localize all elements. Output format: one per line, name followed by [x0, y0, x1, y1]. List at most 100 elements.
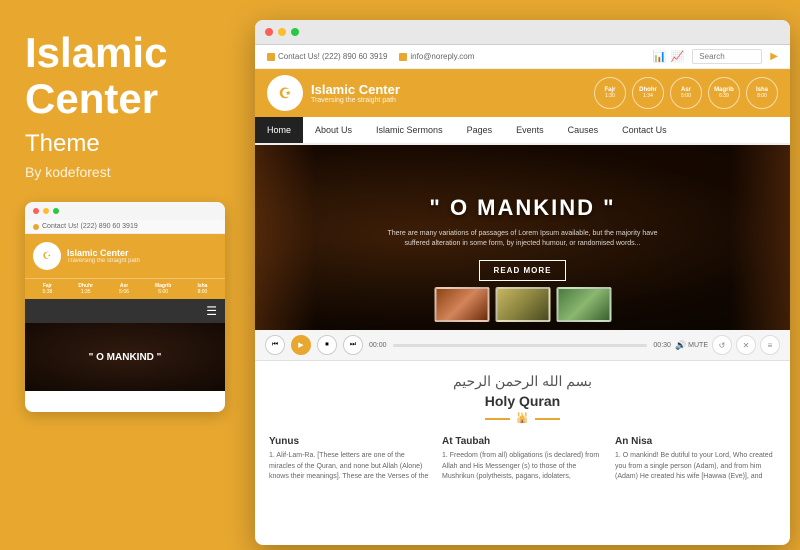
prayer-fajr: Fajr 1:30	[594, 77, 626, 109]
nav-about[interactable]: About Us	[303, 117, 364, 143]
site-logo-area: ☪ Islamic Center Traversing the straight…	[267, 75, 400, 111]
player-icon-btn-3[interactable]: ≡	[760, 335, 780, 355]
hero-content: O MANKIND There are many variations of p…	[383, 195, 663, 281]
nav-causes[interactable]: Causes	[556, 117, 611, 143]
nav-events[interactable]: Events	[504, 117, 556, 143]
mobile-nav-bar: ☰	[25, 299, 225, 323]
player-prev-button[interactable]: ⏮	[265, 335, 285, 355]
col-text-nisa: 1. O mankind! Be dutiful to your Lord, W…	[615, 451, 776, 483]
social-icon-2[interactable]: 📈	[671, 50, 685, 63]
nav-contact[interactable]: Contact Us	[610, 117, 679, 143]
hamburger-icon[interactable]: ☰	[206, 304, 217, 318]
hero-thumb-3[interactable]	[556, 287, 611, 322]
mobile-dot-green	[53, 208, 59, 214]
nav-pages[interactable]: Pages	[455, 117, 505, 143]
nav-home[interactable]: Home	[255, 117, 303, 143]
left-panel: IslamicCenter Theme By kodeforest Contac…	[0, 0, 248, 550]
mobile-header-sub: Traversing the straight path	[67, 258, 140, 264]
hero-section: O MANKIND There are many variations of p…	[255, 145, 790, 330]
mobile-prayer-isha: Isha 8:00	[197, 283, 207, 295]
player-stop-button[interactable]: ⏹	[317, 335, 337, 355]
email-icon	[399, 53, 407, 61]
player-time-start: 00:00	[369, 342, 387, 349]
browser-chrome	[255, 20, 790, 45]
search-input[interactable]	[692, 49, 762, 64]
top-bar-right: 📊 📈 ▶	[653, 49, 778, 64]
content-col-nisa: An Nisa 1. O mankind! Be dutiful to your…	[615, 436, 776, 483]
quran-icon: 🕌	[516, 413, 528, 424]
hero-thumbnails	[434, 287, 611, 322]
mobile-top-bar	[25, 202, 225, 220]
mobile-header: ☪ Islamic Center Traversing the straight…	[25, 234, 225, 278]
left-subtitle: Theme	[25, 130, 223, 158]
social-icon-1[interactable]: 📊	[653, 50, 667, 63]
mobile-hero: " O MANKIND "	[25, 323, 225, 391]
hero-read-more-button[interactable]: READ MORE	[479, 260, 567, 281]
quran-header: بسم الله الرحمن الرحيم Holy Quran 🕌	[269, 373, 776, 424]
volume-icon: 🔊	[675, 340, 686, 351]
col-title-nisa: An Nisa	[615, 436, 776, 447]
mobile-contact-icon	[33, 224, 39, 230]
site-title: Islamic Center	[311, 82, 400, 97]
top-bar-email: info@noreply.com	[410, 52, 474, 61]
quran-line-left	[485, 418, 510, 420]
browser-window: Contact Us! (222) 890 60 3919 info@norep…	[255, 20, 790, 545]
hero-columns-right	[730, 145, 790, 330]
site-logo: ☪	[267, 75, 303, 111]
player-icon-btn-1[interactable]: ↺	[712, 335, 732, 355]
top-bar-contact: Contact Us! (222) 890 60 3919	[267, 52, 387, 61]
mobile-prayer-row: Fajr 5:38 Dhuhr 1:35 Asr 5:06 Magrib 6:0…	[25, 278, 225, 299]
quran-divider: 🕌	[269, 413, 776, 424]
mobile-mockup: Contact Us! (222) 890 60 3919 ☪ Islamic …	[25, 202, 225, 412]
player-time-end: 00:30	[653, 342, 671, 349]
browser-dot-yellow[interactable]	[278, 28, 286, 36]
content-area: بسم الله الرحمن الرحيم Holy Quran 🕌 Yunu…	[255, 361, 790, 491]
player-right-controls: 00:30 🔊 MUTE ↺ ✕ ≡	[653, 335, 780, 355]
hero-description: There are many variations of passages of…	[383, 229, 663, 250]
content-col-yunus: Yunus 1. Alif-Lam-Ra. [These letters are…	[269, 436, 430, 483]
prayer-asr: Asr 5:00	[670, 77, 702, 109]
top-bar-phone: Contact Us! (222) 890 60 3919	[278, 52, 387, 61]
player-mute-area: 🔊 MUTE	[675, 340, 708, 351]
top-bar-left: Contact Us! (222) 890 60 3919 info@norep…	[267, 52, 474, 61]
content-col-taubah: At Taubah 1. Freedom (from all) obligati…	[442, 436, 603, 483]
mobile-prayer-fajr: Fajr 5:38	[43, 283, 53, 295]
col-text-yunus: 1. Alif-Lam-Ra. [These letters are one o…	[269, 451, 430, 483]
mobile-header-text: Islamic Center Traversing the straight p…	[67, 248, 140, 264]
col-text-taubah: 1. Freedom (from all) obligations (is de…	[442, 451, 603, 483]
player-next-button[interactable]: ⏭	[343, 335, 363, 355]
top-bar-email-area: info@noreply.com	[399, 52, 474, 61]
mobile-dot-yellow	[43, 208, 49, 214]
player-icon-btn-2[interactable]: ✕	[736, 335, 756, 355]
browser-dot-green[interactable]	[291, 28, 299, 36]
content-columns: Yunus 1. Alif-Lam-Ra. [These letters are…	[269, 436, 776, 483]
mobile-header-title: Islamic Center	[67, 248, 140, 258]
left-by: By kodeforest	[25, 164, 223, 180]
nav-sermons[interactable]: Islamic Sermons	[364, 117, 455, 143]
left-title: IslamicCenter	[25, 30, 223, 122]
site-header: ☪ Islamic Center Traversing the straight…	[255, 69, 790, 117]
hero-quote: O MANKIND	[383, 195, 663, 221]
site-nav: Home About Us Islamic Sermons Pages Even…	[255, 117, 790, 145]
quran-line-right	[535, 418, 560, 420]
social-icons: 📊 📈	[653, 50, 684, 63]
site-top-bar: Contact Us! (222) 890 60 3919 info@norep…	[255, 45, 790, 69]
phone-icon	[267, 53, 275, 61]
mobile-logo-circle: ☪	[33, 242, 61, 270]
site-logo-text: Islamic Center Traversing the straight p…	[311, 82, 400, 104]
hero-thumb-1[interactable]	[434, 287, 489, 322]
prayer-times: Fajr 1:30 Dhohr 1:34 Asr 5:00 Magrib 6:3…	[594, 77, 778, 109]
mobile-hero-quote: " O MANKIND "	[89, 352, 162, 363]
player-progress-bar[interactable]	[393, 344, 648, 347]
site-tagline: Traversing the straight path	[311, 97, 400, 104]
col-title-yunus: Yunus	[269, 436, 430, 447]
mobile-prayer-asr: Asr 5:06	[119, 283, 129, 295]
mobile-dot-red	[33, 208, 39, 214]
mobile-contact-text: Contact Us! (222) 890 60 3919	[42, 223, 138, 230]
browser-dot-red[interactable]	[265, 28, 273, 36]
hero-thumb-2[interactable]	[495, 287, 550, 322]
search-submit-icon[interactable]: ▶	[770, 51, 778, 62]
mute-label[interactable]: MUTE	[688, 342, 708, 349]
player-play-button[interactable]: ▶	[291, 335, 311, 355]
mobile-contact-bar: Contact Us! (222) 890 60 3919	[25, 220, 225, 234]
